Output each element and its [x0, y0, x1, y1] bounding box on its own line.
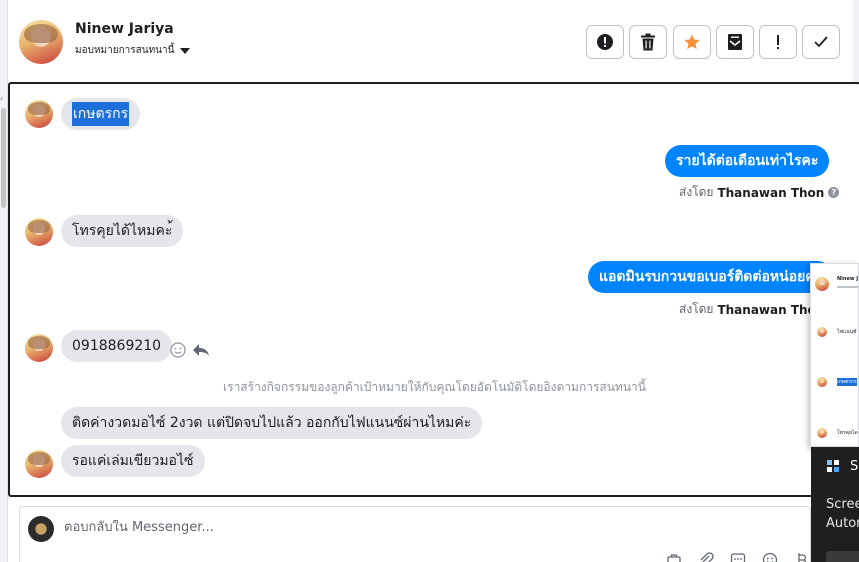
mark-unread-button[interactable] [716, 25, 754, 59]
outgoing-message[interactable]: รายได้ต่อเดือนเท่าไรคะ [665, 145, 830, 177]
composer-toolbar [665, 551, 811, 562]
sender-avatar[interactable] [25, 218, 53, 246]
done-button[interactable] [802, 25, 840, 59]
toast-body-line: Autor [826, 516, 859, 531]
sent-by-label: ส่งโดย [679, 185, 714, 199]
sender-name: Thanawan Thon [717, 302, 825, 317]
reply-composer [19, 506, 811, 562]
check-icon [814, 36, 828, 48]
star-icon [684, 34, 700, 50]
preview-line: ไฟแนนซ์ [837, 329, 857, 335]
assign-label: มอบหมายการสนทนานี้ [75, 45, 175, 56]
alert-circle-icon [597, 34, 613, 50]
message-text[interactable]: โทรคุยได้ไหมคะ้ [72, 220, 172, 242]
outgoing-message[interactable]: แอดมินรบกวนขอเบอร์ติดต่อหน่อยคะ [588, 261, 834, 293]
inbox-screen: ‹ Ninew Jariya มอบหมายการสนทนานี้ เกษตรก… [0, 0, 859, 562]
chevron-down-icon [180, 47, 191, 54]
assign-conversation-dropdown[interactable]: มอบหมายการสนทนานี้ [75, 43, 191, 58]
saved-reply-icon[interactable] [729, 551, 747, 562]
exclamation-icon [777, 35, 779, 49]
envelope-icon [728, 34, 742, 50]
emoji-react-icon[interactable] [170, 342, 186, 358]
scroll-up-arrow-icon[interactable]: ‹ [0, 94, 3, 103]
preview-name: Ninew J [837, 276, 859, 282]
reply-icon[interactable] [192, 342, 210, 358]
incoming-message[interactable]: รอแค่เล่มเขียวมอไซ์ [61, 445, 205, 477]
preview-avatar [817, 327, 827, 337]
page-avatar [28, 516, 54, 542]
left-scroll-thumb[interactable] [1, 108, 6, 208]
system-note: เราสร้างกิจกรรมของลูกค้าเป้าหมายให้กับคุ… [223, 380, 646, 394]
sent-by-caption: ส่งโดย Thanawan Thon [679, 300, 824, 319]
sender-avatar[interactable] [25, 450, 53, 478]
preview-line: โทรคุยได [837, 430, 858, 436]
right-edge [853, 0, 859, 82]
preview-line: เกษตรกร [837, 378, 857, 386]
help-icon[interactable]: ? [828, 187, 840, 198]
incoming-message[interactable]: ติดค่างวดมอไซ์ 2งวด แต่ปิดจบไปแล้ว ออกกั… [61, 407, 483, 439]
message-text[interactable]: 0918869210 [72, 338, 161, 354]
bag-icon[interactable] [665, 551, 683, 562]
screenshot-preview-thumbnail[interactable]: Ninew J ไฟแนนซ์ เกษตรกร โทรคุยได [810, 263, 859, 447]
preview-divider [837, 286, 858, 288]
spam-button[interactable] [586, 25, 624, 59]
conversation-header: Ninew Jariya มอบหมายการสนทนานี้ [8, 0, 859, 82]
toast-title: Sn [850, 459, 859, 474]
contact-avatar[interactable] [19, 20, 63, 64]
left-scrollbar[interactable]: ‹ [0, 0, 8, 562]
toast-body: Scree Autor [826, 495, 859, 533]
message-text[interactable]: แอดมินรบกวนขอเบอร์ติดต่อหน่อยคะ [599, 266, 822, 288]
toast-action-button[interactable] [826, 551, 859, 562]
toast-body-line: Scree [826, 497, 859, 512]
incoming-message[interactable]: เกษตรกร [61, 98, 141, 130]
message-actions [170, 342, 210, 358]
emoji-icon[interactable] [761, 551, 779, 562]
sent-by-caption: ส่งโดย Thanawan Thon ? [679, 183, 840, 202]
preview-avatar [815, 277, 829, 291]
message-text[interactable]: เกษตรกร [72, 102, 130, 126]
preview-avatar [817, 428, 827, 438]
reply-input[interactable] [64, 520, 664, 535]
delete-button[interactable] [629, 25, 667, 59]
trash-icon [641, 33, 655, 51]
sender-avatar[interactable] [25, 100, 53, 128]
attachment-icon[interactable] [697, 551, 715, 562]
follow-up-button[interactable] [759, 25, 797, 59]
currency-icon[interactable] [793, 551, 811, 562]
incoming-message[interactable]: 0918869210 [61, 330, 173, 362]
sent-by-label: ส่งโดย [679, 302, 714, 316]
message-text[interactable]: รอแค่เล่มเขียวมอไซ์ [72, 450, 194, 472]
star-button[interactable] [673, 25, 711, 59]
notification-toast[interactable]: Sn Scree Autor [811, 447, 859, 562]
snipping-tool-icon [827, 460, 839, 472]
contact-name[interactable]: Ninew Jariya [75, 21, 174, 37]
sender-avatar[interactable] [25, 334, 53, 362]
incoming-message[interactable]: โทรคุยได้ไหมคะ้ [61, 215, 184, 247]
message-text[interactable]: รายได้ต่อเดือนเท่าไรคะ [676, 150, 818, 172]
conversation-thread[interactable]: เกษตรกร รายได้ต่อเดือนเท่าไรคะ ส่งโดย Th… [8, 82, 859, 497]
sender-name: Thanawan Thon [717, 185, 825, 200]
preview-avatar [817, 377, 827, 387]
message-text[interactable]: ติดค่างวดมอไซ์ 2งวด แต่ปิดจบไปแล้ว ออกกั… [72, 412, 471, 434]
